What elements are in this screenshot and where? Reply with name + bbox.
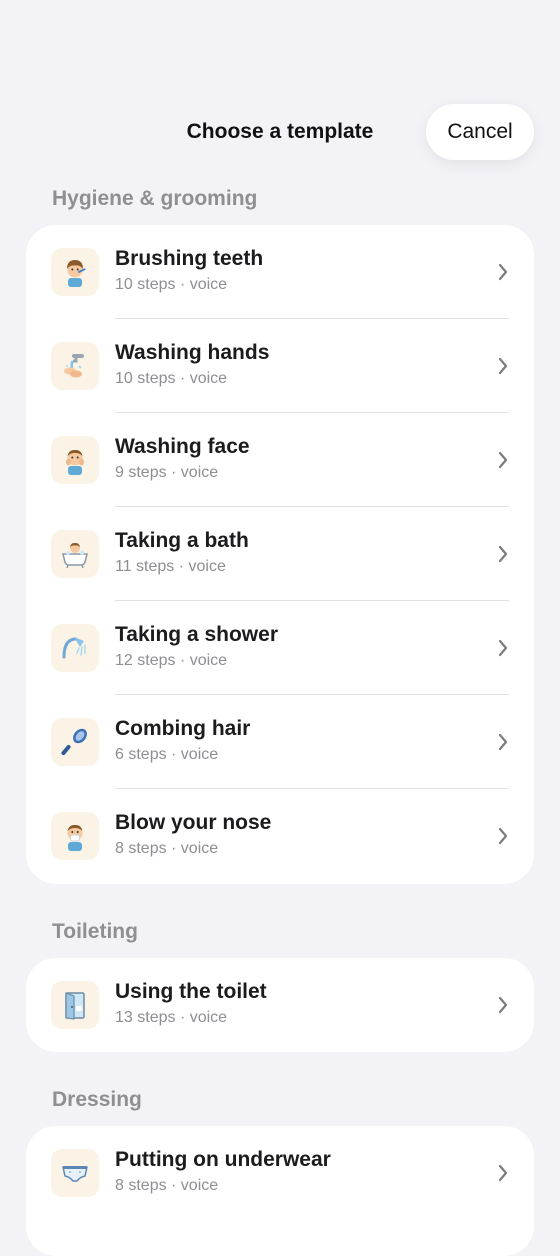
template-title: Using the toilet [115, 980, 267, 1003]
chevron-right-icon [498, 996, 508, 1014]
template-title: Putting on underwear [115, 1148, 331, 1171]
template-row-putting-on-underwear[interactable]: Putting on underwear 8 steps · voice [26, 1126, 534, 1220]
template-list-toileting: Using the toilet 13 steps · voice [26, 958, 534, 1052]
chevron-right-icon [498, 545, 508, 563]
template-subtitle: 12 steps · voice [115, 652, 228, 669]
template-row-using-the-toilet[interactable]: Using the toilet 13 steps · voice [26, 958, 534, 1052]
chevron-right-icon [498, 733, 508, 751]
template-subtitle: 10 steps · voice [115, 276, 228, 293]
child-brushing-teeth-icon [51, 248, 99, 296]
template-row-washing-hands[interactable]: Washing hands 10 steps · voice [26, 319, 534, 413]
template-row-brushing-teeth[interactable]: Brushing teeth 10 steps · voice [26, 225, 534, 319]
bathroom-door-icon [51, 981, 99, 1029]
chevron-right-icon [498, 451, 508, 469]
template-title: Combing hair [115, 717, 251, 740]
chevron-right-icon [498, 827, 508, 845]
shower-head-icon [51, 624, 99, 672]
hairbrush-icon [51, 718, 99, 766]
child-blowing-nose-icon [51, 812, 99, 860]
template-title: Taking a bath [115, 529, 249, 552]
chevron-right-icon [498, 263, 508, 281]
template-subtitle: 13 steps · voice [115, 1009, 228, 1026]
child-washing-face-icon [51, 436, 99, 484]
template-row-combing-hair[interactable]: Combing hair 6 steps · voice [26, 695, 534, 789]
bathtub-icon [51, 530, 99, 578]
template-row-blow-your-nose[interactable]: Blow your nose 8 steps · voice [26, 789, 534, 883]
underwear-icon [51, 1149, 99, 1197]
template-row-taking-a-shower[interactable]: Taking a shower 12 steps · voice [26, 601, 534, 695]
template-title: Taking a shower [115, 623, 278, 646]
template-list-dressing: Putting on underwear 8 steps · voice [26, 1126, 534, 1256]
section-title-dressing: Dressing [52, 1088, 142, 1111]
faucet-hands-icon [51, 342, 99, 390]
section-title-toileting: Toileting [52, 920, 138, 943]
nav-header: Choose a template Cancel [0, 104, 560, 162]
template-subtitle: 8 steps · voice [115, 1177, 219, 1194]
template-subtitle: 8 steps · voice [115, 840, 219, 857]
chevron-right-icon [498, 1164, 508, 1182]
template-subtitle: 10 steps · voice [115, 370, 228, 387]
cancel-button[interactable]: Cancel [426, 104, 534, 160]
template-title: Brushing teeth [115, 247, 264, 270]
chevron-right-icon [498, 357, 508, 375]
template-list-hygiene: Brushing teeth 10 steps · voice Washing … [26, 225, 534, 884]
template-subtitle: 11 steps · voice [115, 558, 226, 575]
template-row-taking-a-bath[interactable]: Taking a bath 11 steps · voice [26, 507, 534, 601]
template-title: Blow your nose [115, 811, 272, 834]
template-title: Washing face [115, 435, 250, 458]
template-subtitle: 9 steps · voice [115, 464, 219, 481]
template-subtitle: 6 steps · voice [115, 746, 219, 763]
template-title: Washing hands [115, 341, 270, 364]
section-title-hygiene: Hygiene & grooming [52, 187, 258, 210]
template-row-washing-face[interactable]: Washing face 9 steps · voice [26, 413, 534, 507]
chevron-right-icon [498, 639, 508, 657]
